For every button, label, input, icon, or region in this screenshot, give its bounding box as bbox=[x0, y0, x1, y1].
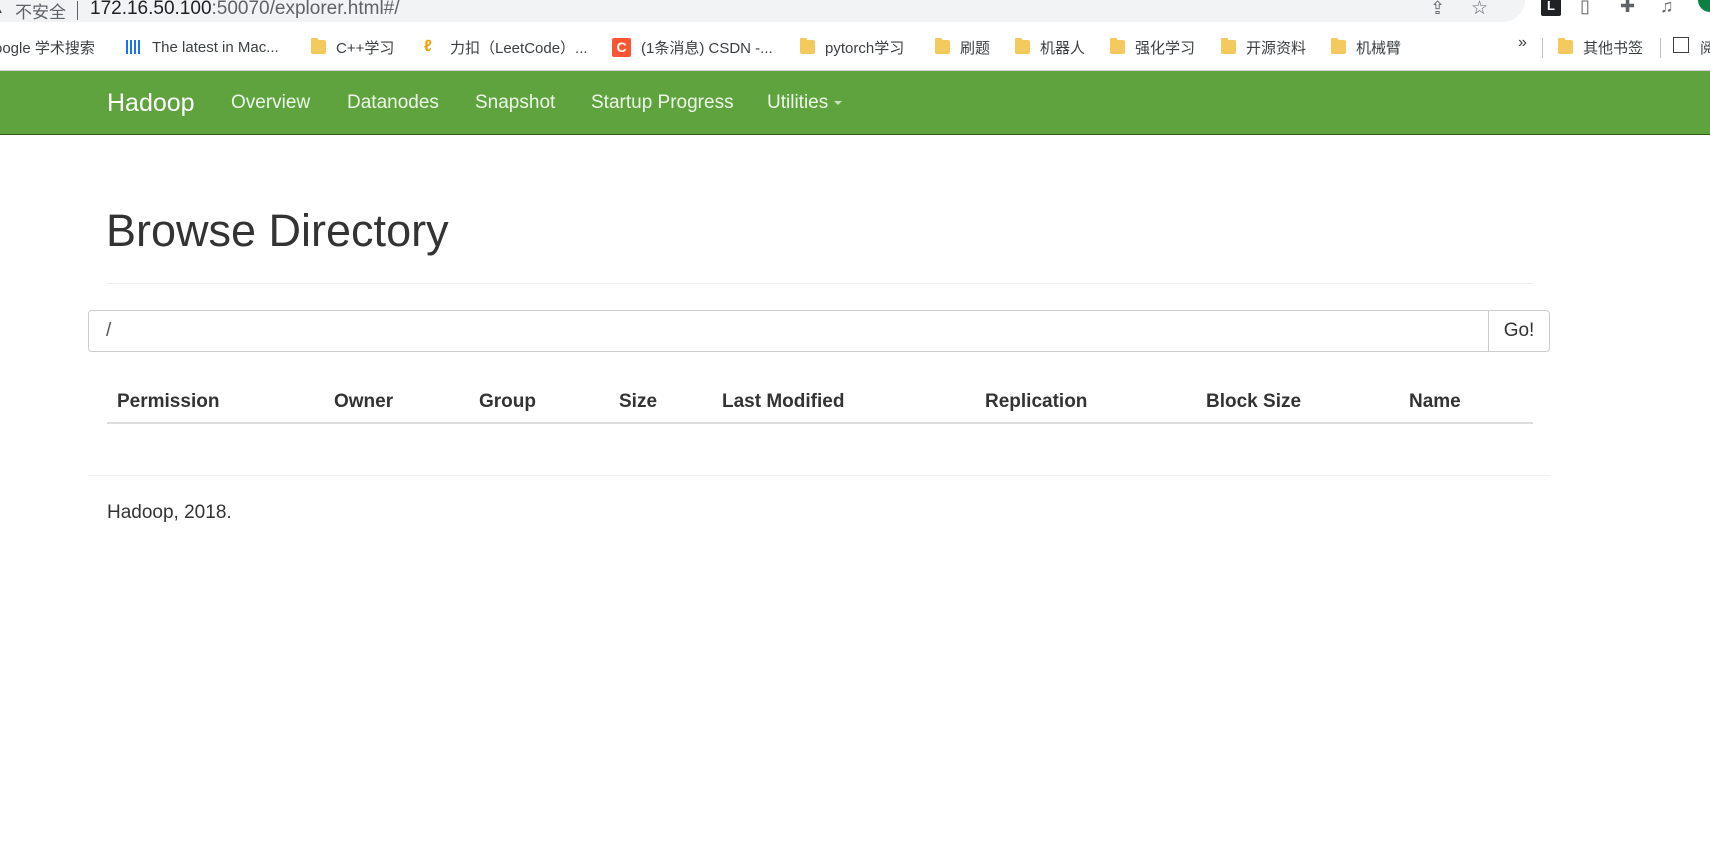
folder-icon bbox=[935, 38, 950, 54]
folder-icon bbox=[1015, 38, 1030, 54]
address-separator bbox=[77, 1, 78, 20]
bookmark-star-icon[interactable]: ☆ bbox=[1471, 0, 1488, 20]
nav-datanodes[interactable]: Datanodes bbox=[347, 92, 439, 114]
other-bookmarks-folder[interactable]: 其他书签 bbox=[1558, 34, 1643, 60]
bookmark-label: The latest in Mac... bbox=[152, 38, 279, 56]
bookmark-folder[interactable]: 强化学习 bbox=[1110, 34, 1195, 60]
bookmark-folder[interactable]: pytorch学习 bbox=[800, 34, 904, 60]
profile-avatar[interactable] bbox=[1698, 0, 1710, 12]
bookmarks-overflow-chevron-icon[interactable]: » bbox=[1518, 34, 1527, 52]
bookmark-label: 其他书签 bbox=[1583, 39, 1644, 57]
reading-list-label[interactable]: 阅 bbox=[1700, 37, 1710, 58]
column-size[interactable]: Size bbox=[609, 382, 712, 424]
bookmark-item[interactable]: The latest in Mac... bbox=[126, 34, 279, 60]
barcode-icon bbox=[126, 40, 142, 54]
url-host: 172.16.50.100 bbox=[90, 0, 212, 19]
leetcode-icon: ℓ bbox=[424, 38, 432, 55]
bookmark-label: 力扣（LeetCode）... bbox=[450, 39, 588, 57]
nav-utilities-dropdown[interactable]: Utilities bbox=[767, 92, 843, 114]
bookmarks-divider bbox=[1660, 38, 1661, 58]
title-divider bbox=[107, 283, 1533, 284]
path-input-group: Go! bbox=[88, 310, 1550, 352]
share-icon[interactable]: ⇪ bbox=[1430, 0, 1445, 19]
extension-l-icon[interactable]: L bbox=[1541, 0, 1561, 16]
table-header: Permission Owner Group Size Last Modifie… bbox=[107, 382, 1533, 424]
folder-icon bbox=[800, 38, 815, 54]
bookmark-folder[interactable]: 机器人 bbox=[1015, 34, 1085, 60]
document-icon[interactable]: ▯ bbox=[1580, 0, 1590, 17]
bookmark-folder[interactable]: C++学习 bbox=[311, 34, 394, 60]
bookmark-item[interactable]: ℓ 力扣（LeetCode）... bbox=[424, 34, 588, 60]
nav-startup-progress[interactable]: Startup Progress bbox=[591, 92, 734, 114]
bookmark-label: pytorch学习 bbox=[825, 39, 905, 57]
column-block-size[interactable]: Block Size bbox=[1196, 382, 1399, 424]
go-button[interactable]: Go! bbox=[1488, 310, 1550, 352]
browser-chrome: ▲ 不安全 172.16.50.100:50070/explorer.html#… bbox=[0, 0, 1710, 71]
page-title: Browse Directory bbox=[106, 205, 449, 256]
directory-path-input[interactable] bbox=[88, 310, 1489, 352]
bookmark-label: 机械臂 bbox=[1356, 39, 1402, 57]
csdn-icon: C bbox=[612, 37, 631, 57]
caret-down-icon bbox=[834, 100, 843, 105]
column-last-modified[interactable]: Last Modified bbox=[712, 382, 975, 424]
nav-overview[interactable]: Overview bbox=[231, 92, 310, 114]
hadoop-navbar: Hadoop Overview Datanodes Snapshot Start… bbox=[0, 71, 1710, 135]
warning-icon[interactable]: ▲ bbox=[0, 0, 5, 17]
bookmark-folder[interactable]: 刷题 bbox=[935, 34, 990, 60]
address-bar[interactable]: ▲ 不安全 172.16.50.100:50070/explorer.html#… bbox=[0, 0, 1525, 22]
column-replication[interactable]: Replication bbox=[975, 382, 1196, 424]
bookmark-item[interactable]: oogle 学术搜索 bbox=[0, 34, 95, 60]
bookmarks-divider bbox=[1542, 38, 1543, 58]
bookmark-item[interactable]: C (1条消息) CSDN -... bbox=[612, 34, 773, 60]
directory-table: Permission Owner Group Size Last Modifie… bbox=[107, 382, 1533, 424]
footer-text: Hadoop, 2018. bbox=[107, 502, 232, 523]
folder-icon bbox=[1331, 38, 1346, 54]
folder-icon bbox=[1221, 38, 1236, 54]
bookmark-label: oogle 学术搜索 bbox=[0, 39, 95, 57]
column-permission[interactable]: Permission bbox=[107, 382, 324, 424]
footer-divider bbox=[88, 475, 1550, 476]
navbar-brand[interactable]: Hadoop bbox=[107, 89, 195, 118]
bookmark-label: 机器人 bbox=[1040, 39, 1086, 57]
bookmarks-bar: oogle 学术搜索 The latest in Mac... C++学习 ℓ … bbox=[0, 34, 1710, 60]
bookmark-label: C++学习 bbox=[336, 39, 395, 57]
bookmark-folder[interactable]: 机械臂 bbox=[1331, 34, 1401, 60]
bookmark-label: 刷题 bbox=[960, 39, 991, 57]
reading-list-icon[interactable] bbox=[1673, 37, 1689, 53]
url-text[interactable]: 172.16.50.100:50070/explorer.html#/ bbox=[90, 0, 400, 20]
extensions-puzzle-icon[interactable]: ✚ bbox=[1620, 0, 1635, 17]
bookmark-folder[interactable]: 开源资料 bbox=[1221, 34, 1306, 60]
column-name[interactable]: Name bbox=[1399, 382, 1533, 424]
bookmark-label: (1条消息) CSDN -... bbox=[641, 39, 773, 57]
column-group[interactable]: Group bbox=[469, 382, 609, 424]
media-control-icon[interactable]: ♫ bbox=[1660, 0, 1674, 17]
folder-icon bbox=[1110, 38, 1125, 54]
bookmark-label: 开源资料 bbox=[1246, 39, 1307, 57]
table-header-row: Permission Owner Group Size Last Modifie… bbox=[107, 382, 1533, 424]
nav-snapshot[interactable]: Snapshot bbox=[475, 92, 555, 114]
column-owner[interactable]: Owner bbox=[324, 382, 469, 424]
folder-icon bbox=[1558, 38, 1573, 54]
folder-icon bbox=[311, 38, 326, 54]
url-path: :50070/explorer.html#/ bbox=[211, 0, 400, 19]
insecure-label[interactable]: 不安全 bbox=[15, 0, 66, 23]
nav-utilities-label: Utilities bbox=[767, 92, 829, 113]
bookmark-label: 强化学习 bbox=[1135, 39, 1196, 57]
